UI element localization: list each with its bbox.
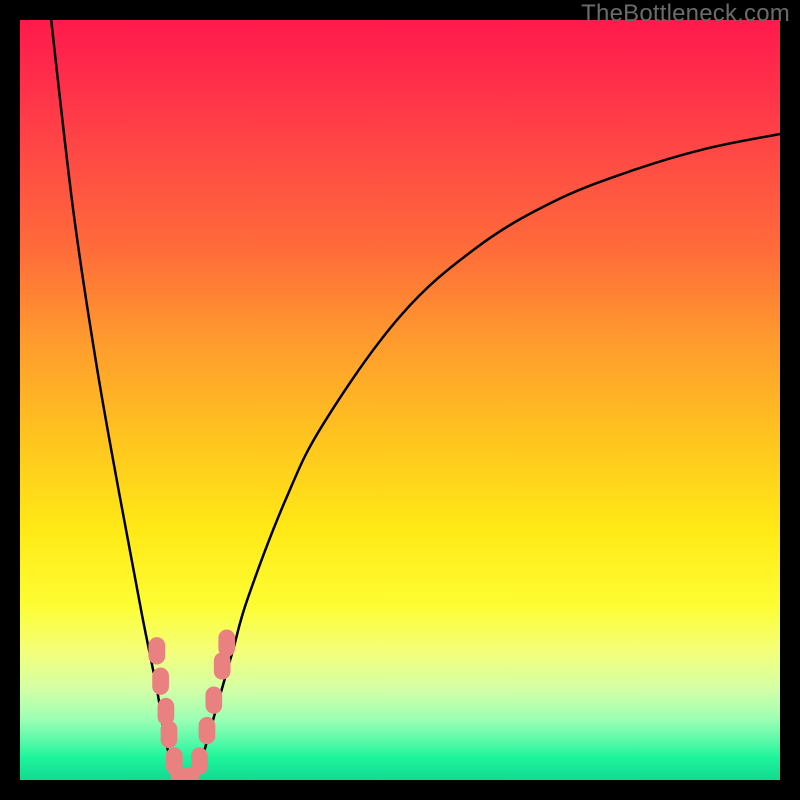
data-marker <box>218 630 235 657</box>
data-marker <box>148 637 165 664</box>
data-marker <box>199 717 216 744</box>
data-marker <box>152 668 169 695</box>
data-marker <box>158 698 175 725</box>
data-marker <box>191 747 208 774</box>
curve-left-branch <box>51 20 179 780</box>
curve-right-branch <box>195 134 780 780</box>
marker-cluster <box>148 630 235 780</box>
outer-frame: TheBottleneck.com <box>0 0 800 800</box>
watermark-text: TheBottleneck.com <box>581 0 790 28</box>
data-marker <box>161 721 178 748</box>
plot-area <box>20 20 780 780</box>
bottleneck-curve <box>20 20 780 780</box>
data-marker <box>205 687 222 714</box>
